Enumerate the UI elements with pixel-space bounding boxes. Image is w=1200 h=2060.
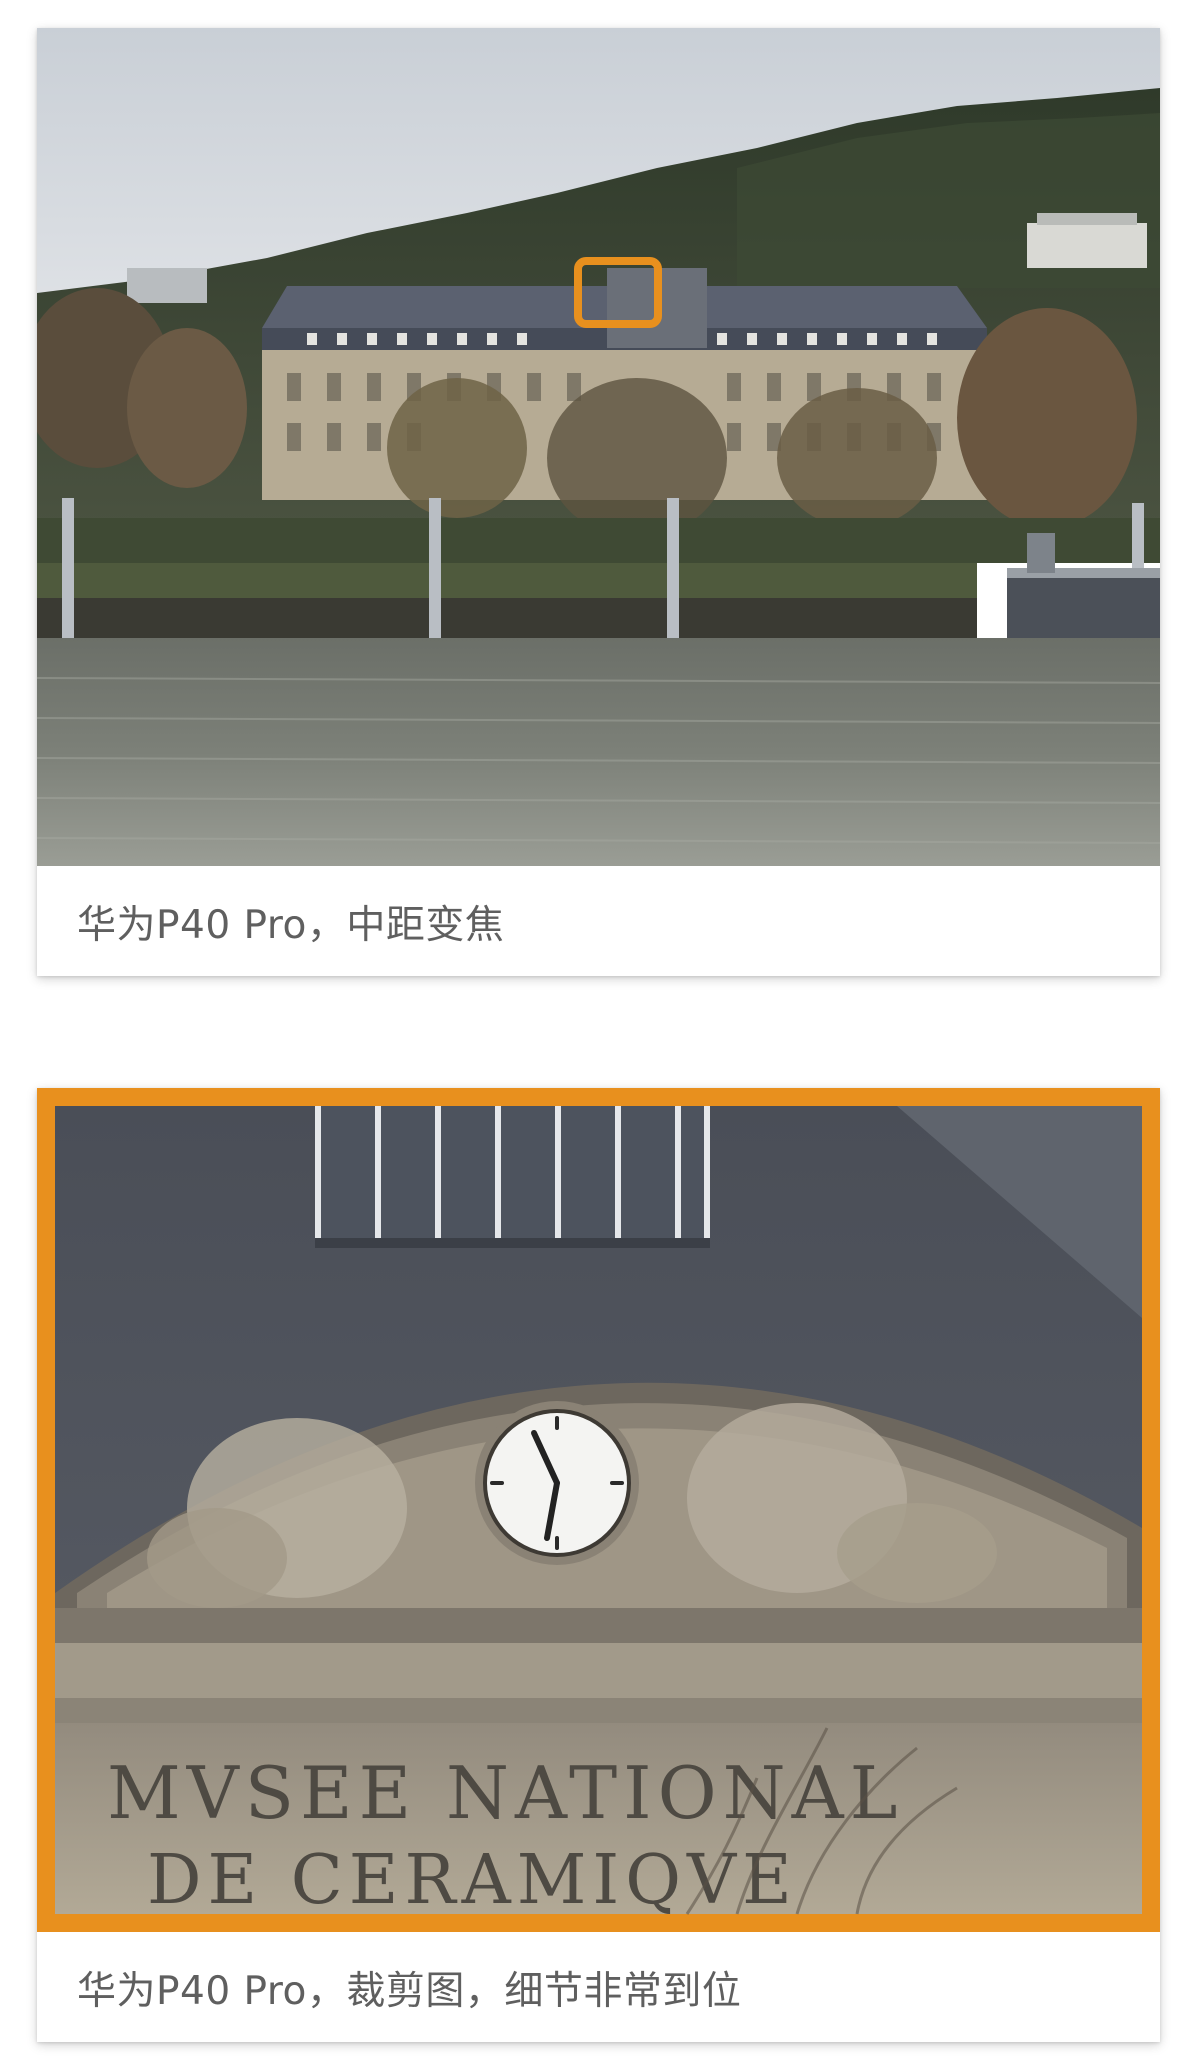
river-building-photo	[37, 28, 1160, 866]
photo-caption-2: 华为P40 Pro，裁剪图，细节非常到位	[77, 1969, 742, 2014]
photo-card-2: MVSEE NATIONAL DE CERAMIQVE 华为P40 Pro，裁剪…	[37, 1088, 1160, 2042]
clock-detail-photo: MVSEE NATIONAL DE CERAMIQVE	[37, 1088, 1160, 1932]
inscription-line-2: DE CERAMIQVE	[147, 1841, 798, 1920]
photo-card-1: 华为P40 Pro，中距变焦	[37, 28, 1160, 976]
photo-caption-1: 华为P40 Pro，中距变焦	[77, 903, 505, 948]
inscription-line-1: MVSEE NATIONAL	[107, 1751, 903, 1835]
